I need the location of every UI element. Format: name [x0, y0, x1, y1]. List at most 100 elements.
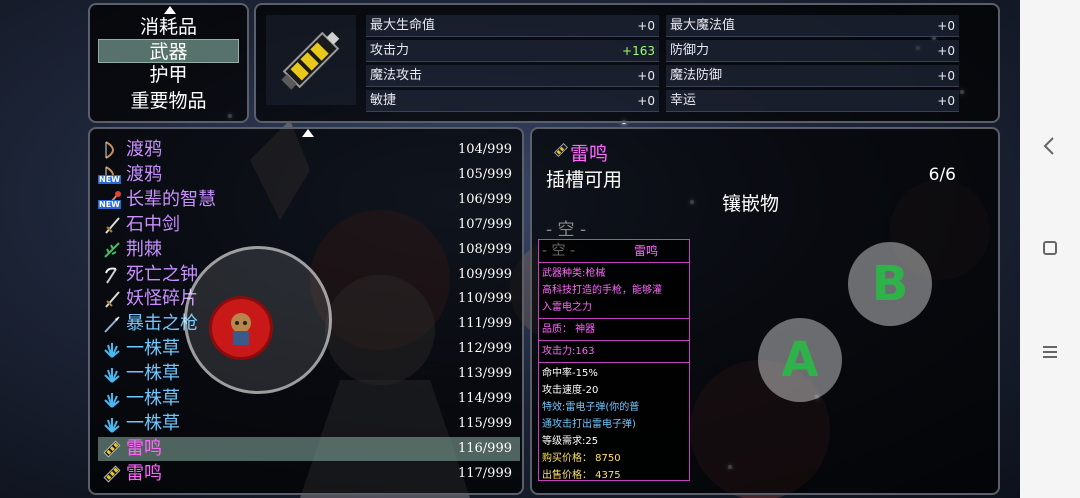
stat-label: 敏捷 — [370, 93, 397, 108]
weapon-name: 石中剑 — [126, 213, 180, 235]
a-button[interactable]: A — [758, 318, 842, 402]
b-button[interactable]: B — [848, 242, 932, 326]
character-icon — [231, 313, 251, 345]
stat-value: +0 — [937, 19, 955, 33]
tooltip-special: 通攻击打出雷电子弹) — [542, 419, 636, 430]
weapon-count: 106/999 — [457, 191, 512, 207]
weapon-count: 116/999 — [457, 440, 512, 456]
stat-label: 防御力 — [670, 43, 710, 58]
tooltip-empty-slot: - 空 - — [542, 243, 576, 259]
stat-value: +0 — [637, 94, 655, 108]
gun-icon — [103, 465, 121, 483]
weapon-name: 荆棘 — [126, 238, 162, 260]
stat-row: 最大魔法值 +0 — [666, 15, 959, 37]
game-screen: 消耗品 武器 护甲 重要物品 最大生命值 +0 最大魔法值 +0 攻击力 +163 防御力 +… — [0, 0, 1020, 498]
stat-row: 敏捷 +0 — [366, 90, 659, 112]
menu-icon[interactable] — [1038, 340, 1062, 364]
stat-label: 最大生命值 — [370, 18, 436, 33]
new-badge: NEW — [98, 199, 121, 209]
tooltip-stats: 命中率-15% 攻击速度-20 特效:雷电子弹(你的普 通攻击打出雷电子弹) 等… — [539, 363, 689, 486]
thunder-gun-icon — [553, 142, 569, 158]
weapon-count: 109/999 — [457, 266, 512, 282]
tooltip-quality-section: 品质： 神器 — [539, 319, 689, 341]
thunder-gun-icon — [266, 15, 356, 105]
stat-value: +163 — [622, 44, 655, 58]
joystick-knob[interactable] — [209, 296, 273, 360]
tooltip-quality: 品质： 神器 — [542, 324, 596, 335]
stat-value: +0 — [937, 94, 955, 108]
scroll-up-icon[interactable] — [164, 6, 176, 14]
empty-slot[interactable]: - 空 - — [546, 215, 586, 240]
category-consumables[interactable]: 消耗品 — [98, 15, 239, 39]
tooltip-description: 武器种类:枪械 高科技打造的手枪，能够灌 入雷电之力 — [539, 263, 689, 319]
tooltip-attack: 攻击力:163 — [542, 346, 595, 357]
weapon-count: 115/999 — [457, 415, 512, 431]
stat-value: +0 — [637, 19, 655, 33]
tooltip-item-name: 雷鸣 — [633, 244, 658, 258]
weapon-name: 长辈的智慧 — [126, 188, 216, 210]
inlay-label: 镶嵌物 — [722, 193, 780, 215]
category-armor[interactable]: 护甲 — [98, 63, 239, 87]
weapon-name: 一株草 — [126, 412, 180, 434]
tooltip-hit-rate: 命中率-15% — [542, 368, 598, 379]
weapon-name: 渡鸦 — [126, 139, 162, 160]
stat-label: 幸运 — [670, 93, 697, 108]
weapon-count: 110/999 — [457, 291, 512, 307]
socket-label: 插槽可用 — [546, 169, 623, 191]
weapon-row[interactable]: 雷鸣 116/999 — [98, 436, 520, 461]
category-key-items[interactable]: 重要物品 — [98, 89, 239, 113]
weapon-name: 死亡之钟 — [126, 263, 198, 285]
stat-row: 魔法攻击 +0 — [366, 65, 659, 87]
weapon-row[interactable]: NEW 渡鸦 105/999 — [98, 163, 520, 187]
sword-icon — [105, 217, 120, 234]
weapon-row[interactable]: 雷鸣 117/999 — [98, 462, 520, 486]
tooltip-header: - 空 - 雷鸣 — [539, 240, 689, 263]
item-title: 雷鸣 — [570, 143, 609, 165]
stat-row: 幸运 +0 — [666, 90, 959, 112]
weapon-row[interactable]: 一株草 114/999 — [98, 387, 520, 411]
stat-row: 最大生命值 +0 — [366, 15, 659, 37]
weapon-count: 105/999 — [457, 166, 512, 182]
stat-label: 最大魔法值 — [670, 18, 736, 33]
system-nav-bar — [1020, 0, 1080, 498]
weapon-row[interactable]: 石中剑 107/999 — [98, 213, 520, 237]
grass-icon — [104, 417, 120, 433]
tooltip-desc-line: 高科技打造的手枪，能够灌 — [542, 285, 662, 296]
sword-icon — [105, 291, 120, 309]
weapon-name: 雷鸣 — [126, 462, 162, 484]
tooltip-level-req: 等级需求:25 — [542, 436, 599, 447]
grass-icon — [104, 393, 120, 408]
tooltip-buy-price: 购买价格： 8750 — [542, 453, 621, 464]
weapon-row[interactable]: 渡鸦 104/999 — [98, 138, 520, 162]
stat-row: 魔法防御 +0 — [666, 65, 959, 87]
weapon-name: 一株草 — [126, 388, 180, 409]
stat-value: +0 — [937, 69, 955, 83]
new-badge: NEW — [98, 174, 121, 184]
stat-row: 攻击力 +163 — [366, 40, 659, 62]
stat-value: +0 — [637, 69, 655, 83]
weapon-name: 一株草 — [126, 363, 180, 385]
list-scroll-up-icon[interactable] — [302, 129, 314, 137]
weapon-count: 114/999 — [457, 391, 512, 406]
weapon-count: 111/999 — [457, 316, 512, 332]
spear-icon — [104, 316, 120, 333]
socket-count: 6/6 — [928, 165, 956, 185]
weapon-row[interactable]: 一株草 115/999 — [98, 412, 520, 436]
weapon-row[interactable]: NEW 长辈的智慧 106/999 — [98, 188, 520, 212]
weapon-row[interactable]: 荆棘 108/999 — [98, 238, 520, 262]
weapon-count: 104/999 — [457, 142, 512, 157]
back-icon[interactable] — [1038, 134, 1062, 158]
gun-icon — [103, 440, 121, 458]
tooltip-desc-line: 入雷电之力 — [542, 302, 592, 313]
weapon-name: 雷鸣 — [126, 437, 162, 459]
home-icon[interactable] — [1038, 236, 1062, 260]
stat-value: +0 — [937, 44, 955, 58]
item-detail-panel: 雷鸣 插槽可用 6/6 镶嵌物 - 空 - - 空 - 雷鸣 武器种类:枪械 高… — [530, 127, 1000, 495]
weapon-count: 107/999 — [457, 216, 512, 232]
stat-label: 魔法攻击 — [370, 68, 423, 83]
stat-label: 攻击力 — [370, 43, 410, 58]
category-weapons[interactable]: 武器 — [98, 39, 239, 63]
grass-icon — [104, 368, 120, 383]
weapon-count: 108/999 — [457, 241, 512, 257]
weapon-count: 112/999 — [457, 341, 512, 357]
